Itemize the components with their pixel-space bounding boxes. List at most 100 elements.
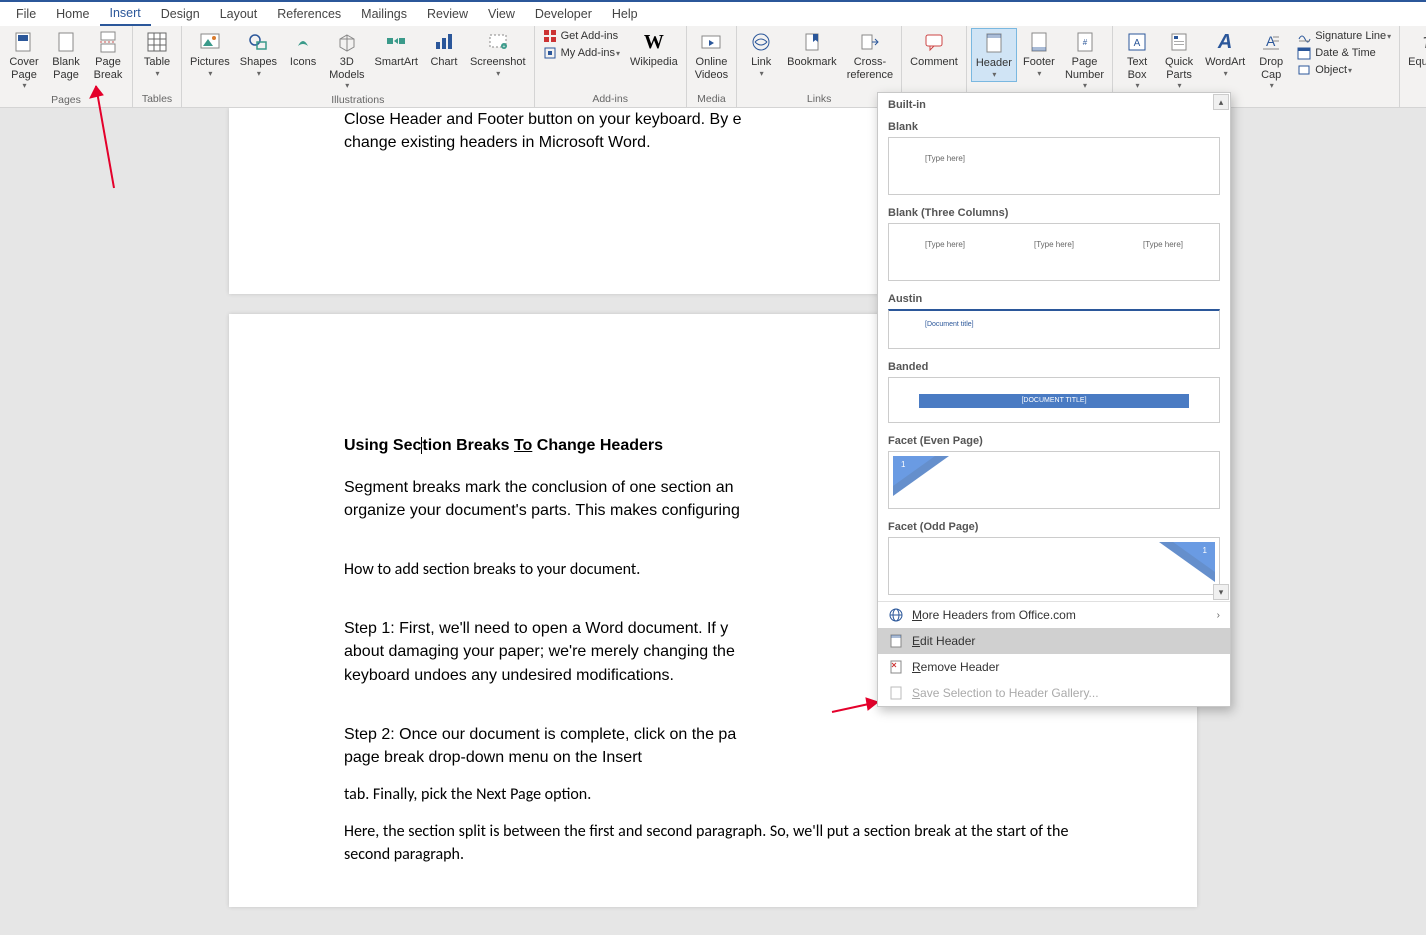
get-addins-button[interactable]: Get Add-ins (539, 28, 624, 44)
drop-cap-label: Drop Cap (1259, 56, 1283, 81)
smartart-button[interactable]: SmartArt (371, 28, 422, 71)
icons-button[interactable]: Icons (283, 28, 323, 71)
para-final: Here, the section split is between the f… (344, 820, 1082, 866)
group-symbols: πEquation▾ ΩSymbol▾ Symbols (1400, 26, 1426, 107)
cover-page-button[interactable]: Cover Page▾ (4, 28, 44, 92)
pictures-icon (198, 30, 222, 54)
crossref-button[interactable]: Cross- reference (843, 28, 897, 83)
tab-developer[interactable]: Developer (525, 2, 602, 26)
tab-view[interactable]: View (478, 2, 525, 26)
footer-label: Footer (1023, 56, 1055, 69)
tab-layout[interactable]: Layout (210, 2, 268, 26)
object-button[interactable]: Object▾ (1293, 62, 1395, 78)
tab-insert[interactable]: Insert (100, 2, 151, 26)
group-addins: Get Add-ins My Add-ins▾ WWikipedia Add-i… (535, 26, 687, 107)
page-break-button[interactable]: Page Break (88, 28, 128, 83)
save-selection-action: Save Selection to Header Gallery... (878, 680, 1230, 706)
wikipedia-button[interactable]: W Wikipedia (626, 28, 682, 71)
calendar-icon (1297, 46, 1311, 60)
screenshot-icon: + (486, 30, 510, 54)
quick-parts-button[interactable]: Quick Parts▾ (1159, 28, 1199, 92)
group-media-label: Media (691, 91, 732, 107)
thumb-placeholder: [Document title] (925, 321, 974, 328)
online-videos-button[interactable]: Online Videos (691, 28, 732, 83)
edit-header-action[interactable]: Edit Header (878, 628, 1230, 654)
gallery-label-facet-odd: Facet (Odd Page) (878, 515, 1230, 537)
wikipedia-label: Wikipedia (630, 56, 678, 69)
text-box-icon: A (1125, 30, 1149, 54)
group-symbols-label: Symbols (1404, 91, 1426, 107)
header-gallery-dropdown: ▴ Built-in Blank [Type here] Blank (Thre… (877, 92, 1231, 707)
page-break-icon (96, 30, 120, 54)
comment-label: Comment (910, 56, 958, 69)
shapes-label: Shapes (240, 56, 277, 69)
scroll-up-arrow[interactable]: ▴ (1213, 94, 1229, 110)
wikipedia-icon: W (642, 30, 666, 54)
thumb-placeholder: [Type here] (925, 154, 965, 163)
thumb-pagenum: 1 (901, 460, 905, 469)
get-addins-label: Get Add-ins (561, 30, 618, 42)
group-tables: Table▾ Tables (133, 26, 182, 107)
bookmark-button[interactable]: Bookmark (783, 28, 841, 71)
comment-button[interactable]: Comment (906, 28, 962, 71)
para-step2c: tab. Finally, pick the Next Page option. (344, 783, 1082, 806)
gallery-section-builtin: Built-in (878, 93, 1230, 115)
quick-parts-icon (1167, 30, 1191, 54)
crossref-label: Cross- reference (847, 56, 893, 81)
page-number-button[interactable]: #Page Number▾ (1061, 28, 1108, 92)
date-time-button[interactable]: Date & Time (1293, 45, 1395, 61)
tab-mailings[interactable]: Mailings (351, 2, 417, 26)
store-icon (543, 29, 557, 43)
gallery-item-blank3[interactable]: [Type here] [Type here] [Type here] (888, 223, 1220, 281)
more-headers-action[interactable]: More Headers from Office.com › (878, 602, 1230, 628)
screenshot-button[interactable]: +Screenshot▾ (466, 28, 530, 80)
tab-file[interactable]: File (6, 2, 46, 26)
thumb-placeholder: [Type here] (925, 240, 965, 249)
svg-text:+: + (502, 44, 505, 50)
chart-button[interactable]: Chart (424, 28, 464, 71)
more-headers-label: More Headers from Office.com (912, 608, 1076, 622)
cover-page-label: Cover Page (9, 56, 38, 81)
thumb-pagenum: 1 (1203, 546, 1207, 555)
gallery-item-austin[interactable]: [Document title] (888, 309, 1220, 349)
wordart-button[interactable]: AWordArt▾ (1201, 28, 1249, 80)
date-time-label: Date & Time (1315, 47, 1376, 59)
remove-header-action[interactable]: Remove Header (878, 654, 1230, 680)
drop-cap-button[interactable]: ADrop Cap▾ (1251, 28, 1291, 92)
smartart-label: SmartArt (375, 56, 418, 69)
signature-line-button[interactable]: Signature Line▾ (1293, 28, 1395, 44)
page-break-label: Page Break (94, 56, 123, 81)
remove-header-label: Remove Header (912, 660, 999, 674)
signature-icon (1297, 29, 1311, 43)
tab-help[interactable]: Help (602, 2, 648, 26)
group-links-label: Links (741, 91, 897, 107)
my-addins-button[interactable]: My Add-ins▾ (539, 45, 624, 61)
3d-models-label: 3D Models (329, 56, 364, 81)
gallery-item-facet-odd[interactable]: 1 (888, 537, 1220, 595)
tab-home[interactable]: Home (46, 2, 99, 26)
drop-cap-icon: A (1259, 30, 1283, 54)
gallery-item-blank[interactable]: [Type here] (888, 137, 1220, 195)
3d-models-button[interactable]: 3D Models▾ (325, 28, 368, 92)
tab-references[interactable]: References (267, 2, 351, 26)
blank-page-button[interactable]: Blank Page (46, 28, 86, 83)
shapes-icon (246, 30, 270, 54)
gallery-item-facet-even[interactable]: 1 (888, 451, 1220, 509)
gallery-item-banded[interactable]: [DOCUMENT TITLE] (888, 377, 1220, 423)
shapes-button[interactable]: Shapes▾ (236, 28, 281, 80)
equation-button[interactable]: πEquation▾ (1404, 28, 1426, 80)
footer-button[interactable]: Footer▾ (1019, 28, 1059, 80)
header-button[interactable]: Header▾ (971, 28, 1017, 82)
text-box-button[interactable]: AText Box▾ (1117, 28, 1157, 92)
header-label: Header (976, 57, 1012, 70)
tab-design[interactable]: Design (151, 2, 210, 26)
object-icon (1297, 63, 1311, 77)
tab-review[interactable]: Review (417, 2, 478, 26)
scroll-down-arrow[interactable]: ▾ (1213, 584, 1229, 600)
link-button[interactable]: Link▾ (741, 28, 781, 80)
gallery-scroll[interactable]: ▴ Built-in Blank [Type here] Blank (Thre… (878, 93, 1230, 601)
table-button[interactable]: Table▾ (137, 28, 177, 80)
header-icon (982, 31, 1006, 55)
link-label: Link (751, 56, 771, 69)
pictures-button[interactable]: Pictures▾ (186, 28, 234, 80)
